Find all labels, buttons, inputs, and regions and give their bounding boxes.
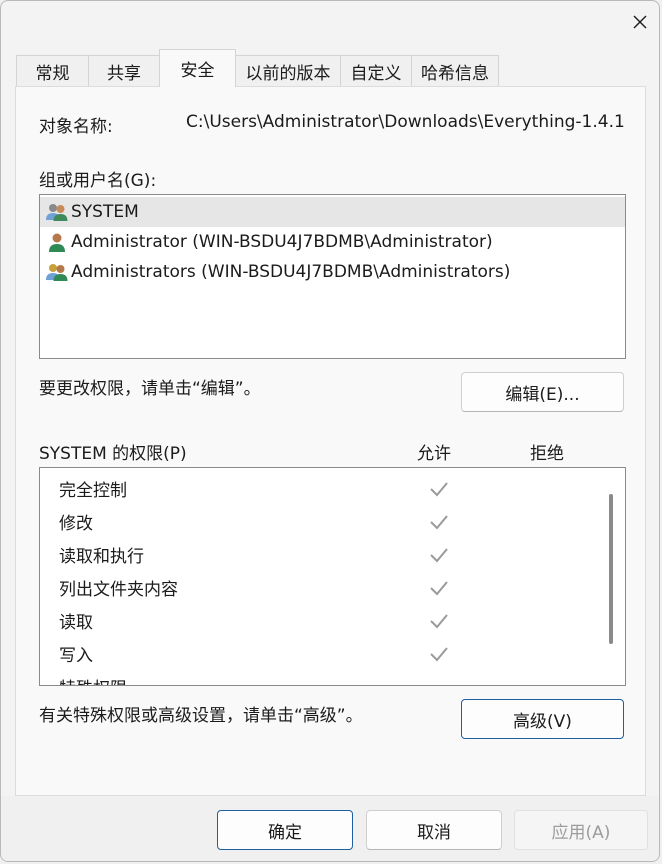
checkmark-icon xyxy=(430,614,448,629)
permission-row: 列出文件夹内容 xyxy=(40,571,625,604)
group-item-label: SYSTEM xyxy=(71,202,139,222)
checkmark-icon xyxy=(430,647,448,662)
advanced-hint: 有关特殊权限或高级设置，请单击“高级”。 xyxy=(39,706,363,726)
close-button[interactable] xyxy=(623,7,657,37)
permission-label: 特殊权限 xyxy=(59,674,127,685)
permission-row: 完全控制 xyxy=(40,472,625,505)
checkmark-icon xyxy=(430,515,448,530)
allow-column-header: 允许 xyxy=(417,444,451,464)
checkmark-icon xyxy=(430,482,448,497)
checkmark-icon xyxy=(430,548,448,563)
permission-label: 读取和执行 xyxy=(59,547,144,567)
dialog-footer: 确定 取消 应用(A) xyxy=(1,796,659,861)
properties-dialog: 常规 共享 安全 以前的版本 自定义 哈希信息 对象名称: C:\Users\A… xyxy=(0,0,660,862)
permission-row: 修改 xyxy=(40,505,625,538)
tab-general[interactable]: 常规 xyxy=(16,55,89,86)
checkmark-icon xyxy=(430,581,448,596)
group-users-icon xyxy=(46,264,68,281)
group-item-label: Administrator (WIN-BSDU4J7BDMB\Administr… xyxy=(71,232,493,252)
tab-security[interactable]: 安全 xyxy=(159,49,236,87)
permissions-title: SYSTEM 的权限(P) xyxy=(39,444,187,464)
tab-sharing[interactable]: 共享 xyxy=(88,55,160,86)
edit-button[interactable]: 编辑(E)... xyxy=(461,372,624,412)
ok-button[interactable]: 确定 xyxy=(217,810,353,850)
tab-hash-info[interactable]: 哈希信息 xyxy=(411,55,499,86)
permission-label: 写入 xyxy=(59,646,93,666)
tab-previous-versions[interactable]: 以前的版本 xyxy=(235,55,341,86)
groups-label: 组或用户名(G): xyxy=(39,171,157,191)
permission-row: 特殊权限 xyxy=(40,670,625,685)
permission-row: 读取和执行 xyxy=(40,538,625,571)
permission-label: 修改 xyxy=(59,514,93,534)
advanced-button[interactable]: 高级(V) xyxy=(461,699,624,739)
cancel-button[interactable]: 取消 xyxy=(366,810,502,850)
deny-column-header: 拒绝 xyxy=(530,444,564,464)
groups-listbox[interactable]: SYSTEM Administrator (WIN-BSDU4J7BDMB\Ad… xyxy=(39,194,626,359)
apply-button[interactable]: 应用(A) xyxy=(514,810,648,850)
permission-row: 写入 xyxy=(40,637,625,670)
permission-label: 完全控制 xyxy=(59,481,127,501)
security-panel: 对象名称: C:\Users\Administrator\Downloads\E… xyxy=(15,86,646,796)
group-item-administrators[interactable]: Administrators (WIN-BSDU4J7BDMB\Administ… xyxy=(40,257,625,287)
group-item-administrator[interactable]: Administrator (WIN-BSDU4J7BDMB\Administr… xyxy=(40,227,625,257)
group-item-system[interactable]: SYSTEM xyxy=(40,197,625,227)
group-users-icon xyxy=(46,204,68,221)
group-item-label: Administrators (WIN-BSDU4J7BDMB\Administ… xyxy=(71,262,511,282)
tab-customize[interactable]: 自定义 xyxy=(340,55,412,86)
object-name-label: 对象名称: xyxy=(39,117,113,137)
user-icon xyxy=(49,233,65,252)
close-icon xyxy=(633,15,647,29)
scrollbar-thumb[interactable] xyxy=(609,494,613,644)
object-name-value: C:\Users\Administrator\Downloads\Everyth… xyxy=(186,112,625,132)
permissions-listbox[interactable]: 完全控制 修改 读取和执行 列出文件夹内容 读取 写入 xyxy=(39,467,626,686)
edit-hint: 要更改权限，请单击“编辑”。 xyxy=(39,379,261,399)
permission-row: 读取 xyxy=(40,604,625,637)
permission-label: 读取 xyxy=(59,613,93,633)
permission-label: 列出文件夹内容 xyxy=(59,580,178,600)
